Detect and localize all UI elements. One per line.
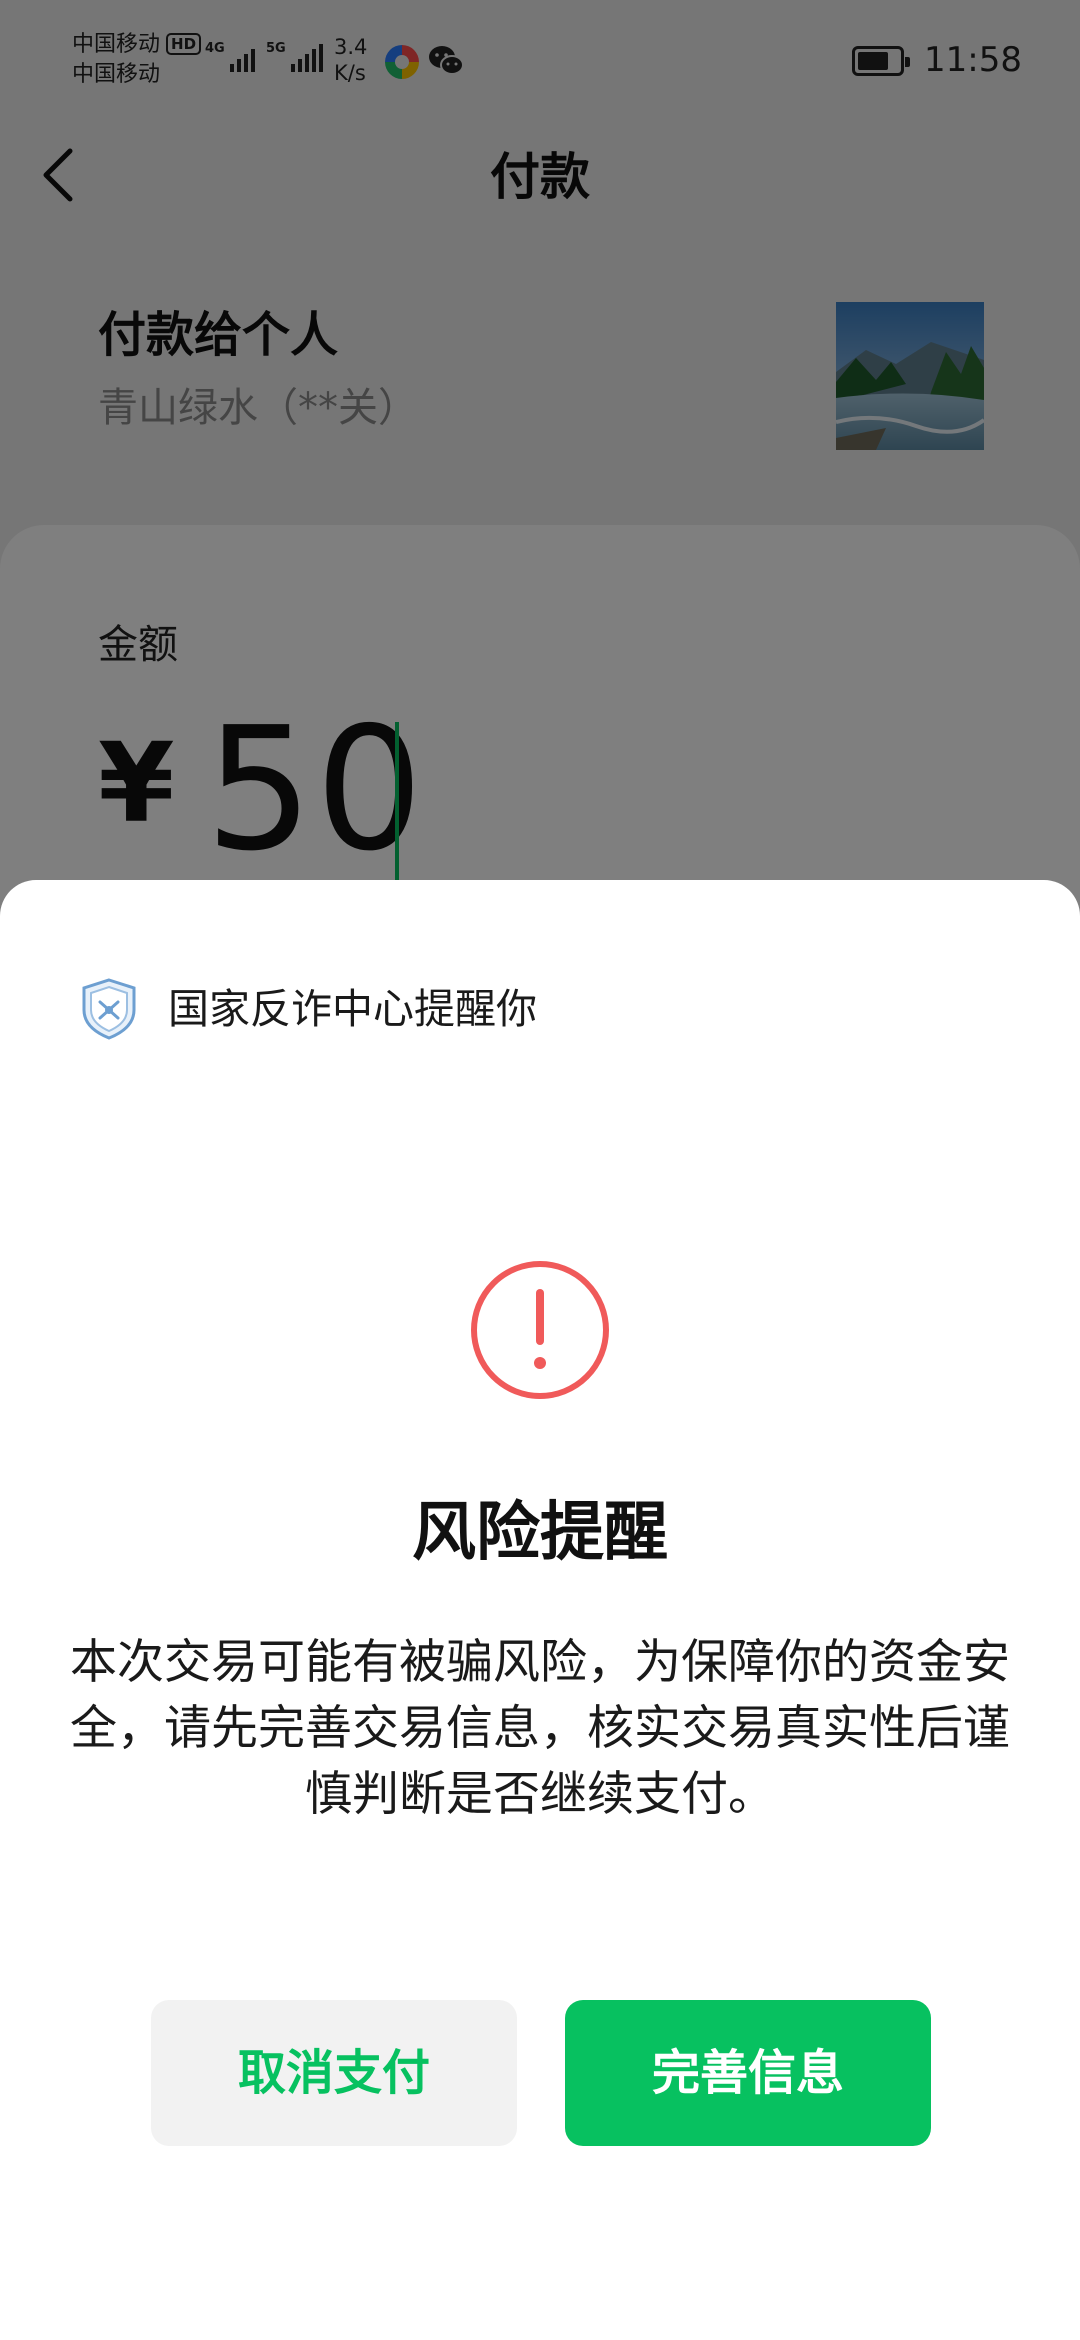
alert-title: 风险提醒	[412, 1496, 668, 1570]
sheet-header: 国家反诈中心提醒你	[80, 978, 537, 1040]
anti-fraud-shield-icon	[82, 978, 136, 1040]
alert-message: 本次交易可能有被骗风险，为保障你的资金安全，请先完善交易信息，核实交易真实性后谨…	[70, 1635, 1010, 1822]
complete-info-button[interactable]: 完善信息	[565, 2000, 931, 2146]
risk-alert-sheet: 国家反诈中心提醒你 风险提醒 本次交易可能有被骗风险，为保障你的资金安全，请先完…	[0, 880, 1080, 2340]
cancel-payment-button[interactable]: 取消支付	[151, 2000, 517, 2146]
warning-exclamation-icon	[471, 1261, 609, 1399]
sheet-header-text: 国家反诈中心提醒你	[168, 985, 537, 1033]
